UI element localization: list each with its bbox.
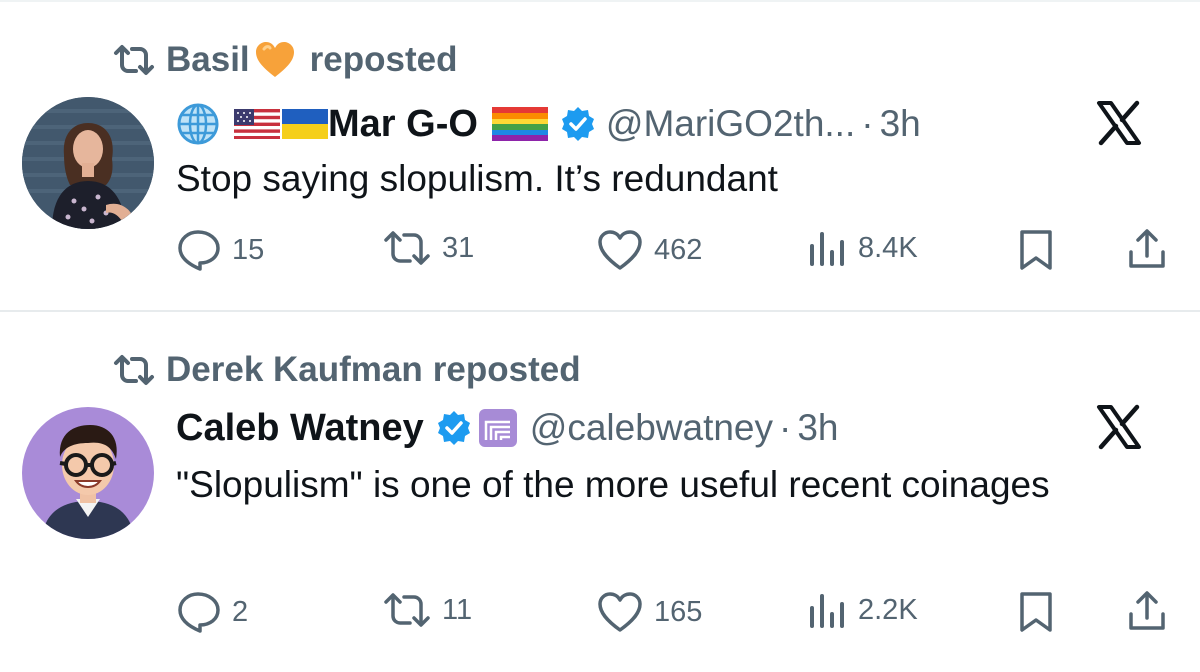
- x-logo-icon[interactable]: [1096, 404, 1142, 450]
- views-button[interactable]: 2.2K: [806, 590, 918, 630]
- repost-button[interactable]: 31: [382, 228, 474, 268]
- verified-icon: [437, 411, 470, 445]
- separator-dot: ·: [779, 407, 792, 448]
- verified-icon: [561, 107, 594, 141]
- action-bar: 15 31 462 8.4K: [176, 228, 1176, 274]
- tweet-header: Caleb Watney @calebwatney · 3h: [176, 400, 839, 456]
- x-logo-icon[interactable]: [1096, 100, 1142, 146]
- bookmark-icon: [1020, 230, 1052, 270]
- us-flag-icon: [234, 109, 280, 139]
- share-icon: [1129, 229, 1165, 268]
- timestamp[interactable]: 3h: [880, 103, 921, 145]
- author-handle[interactable]: @MariGO2th...: [606, 103, 855, 145]
- repost-button[interactable]: 11: [382, 590, 472, 630]
- tweet-2[interactable]: Derek Kaufman reposted Caleb Watney @cal…: [0, 312, 1200, 672]
- share-button[interactable]: [1126, 228, 1168, 272]
- avatar[interactable]: [22, 97, 154, 229]
- repost-suffix: reposted: [432, 350, 581, 389]
- reposter-name[interactable]: Derek Kaufman: [166, 350, 423, 390]
- reply-button[interactable]: 15: [176, 228, 264, 272]
- bookmark-button[interactable]: [1016, 590, 1056, 634]
- reply-button[interactable]: 2: [176, 590, 248, 634]
- reply-icon: [178, 230, 220, 271]
- repost-count: 11: [442, 593, 473, 626]
- like-count: 165: [654, 595, 703, 628]
- ukraine-flag-icon: [282, 109, 328, 139]
- view-count: 2.2K: [858, 593, 918, 626]
- avatar[interactable]: [22, 407, 154, 539]
- like-button[interactable]: 165: [596, 590, 702, 634]
- views-icon: [810, 232, 844, 266]
- avatar-photo: [22, 97, 154, 229]
- action-bar: 2 11 165 2.2K: [176, 590, 1176, 636]
- bookmark-button[interactable]: [1016, 228, 1056, 272]
- views-button[interactable]: 8.4K: [806, 228, 918, 268]
- repost-count: 31: [442, 231, 475, 264]
- views-icon: [810, 594, 844, 628]
- like-icon: [598, 592, 642, 632]
- tweet-text: "Slopulism" is one of the more useful re…: [176, 464, 1050, 505]
- tweet-header: Mar G-O @MariGO2th... · 3h: [176, 96, 921, 152]
- bookmark-icon: [1020, 592, 1052, 632]
- repost-icon: [384, 231, 430, 265]
- like-icon: [598, 230, 642, 270]
- like-button[interactable]: 462: [596, 228, 702, 272]
- globe-icon: [177, 103, 219, 145]
- timestamp[interactable]: 3h: [797, 407, 838, 449]
- like-count: 462: [654, 233, 703, 266]
- author-name[interactable]: Caleb Watney: [176, 407, 424, 450]
- tweet-text: Stop saying slopulism. It’s redundant: [176, 158, 778, 199]
- orange-heart-icon: [255, 42, 294, 77]
- separator-dot: ·: [861, 103, 874, 144]
- reply-icon: [178, 592, 220, 633]
- repost-context[interactable]: Derek Kaufman reposted: [112, 350, 581, 390]
- reply-count: 2: [232, 595, 249, 628]
- share-button[interactable]: [1126, 590, 1168, 634]
- view-count: 8.4K: [858, 231, 918, 264]
- reposter-name[interactable]: Basil: [166, 40, 250, 80]
- rainbow-flag-icon: [491, 107, 548, 141]
- avatar-photo: [22, 407, 154, 539]
- share-icon: [1129, 591, 1165, 630]
- repost-icon: [384, 593, 430, 627]
- repost-icon: [114, 45, 154, 75]
- repost-context[interactable]: Basil reposted: [112, 40, 457, 80]
- reply-count: 15: [232, 233, 265, 266]
- author-name[interactable]: Mar G-O: [328, 103, 478, 146]
- author-handle[interactable]: @calebwatney: [530, 407, 773, 449]
- repost-suffix: reposted: [309, 40, 458, 79]
- repost-icon: [114, 355, 154, 385]
- tweet-1[interactable]: Basil reposted Mar G-O @MariGO2th... · 3…: [0, 0, 1200, 310]
- affiliate-badge-icon: [478, 409, 517, 447]
